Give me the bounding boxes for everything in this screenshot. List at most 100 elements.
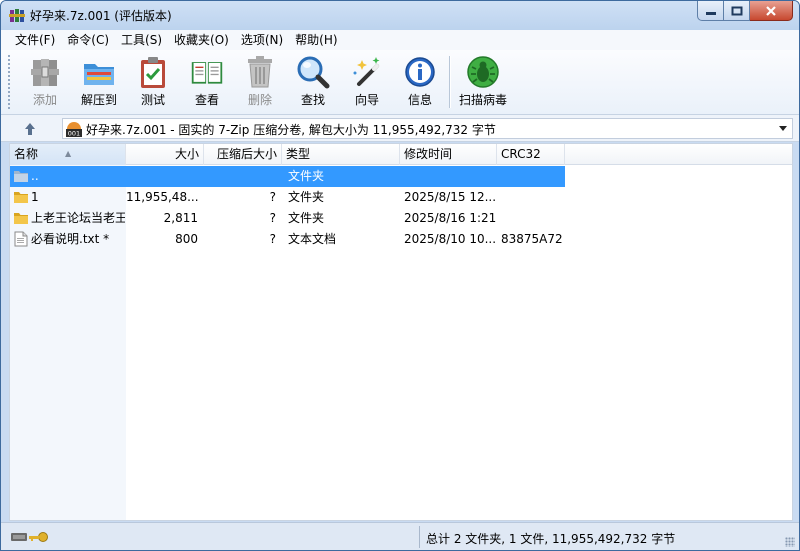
- row-size: 800: [175, 232, 198, 246]
- row-packed: ?: [269, 211, 276, 225]
- menu-file[interactable]: 文件(F): [9, 30, 61, 50]
- drive-icon[interactable]: [11, 533, 27, 541]
- row-name: 必看说明.txt *: [31, 232, 110, 246]
- extract-to-label: 解压到: [80, 93, 117, 107]
- menu-commands[interactable]: 命令(C): [61, 30, 115, 50]
- column-size-label: 大小: [174, 147, 199, 161]
- status-summary: 总计 2 文件夹, 1 文件, 11,955,492,732 字节: [426, 532, 676, 546]
- extract-to-button[interactable]: 解压到: [79, 54, 119, 111]
- text-file-icon: [13, 231, 29, 247]
- delete-trash-icon: [243, 54, 277, 90]
- maximize-icon: [731, 6, 742, 15]
- info-label: 信息: [407, 93, 432, 107]
- file-list[interactable]: 名称 ▲ 大小 压缩后大小 类型 修改时间 CRC32 .. 文件夹 1 11,…: [9, 143, 793, 521]
- row-name: 上老王论坛当老王: [31, 211, 125, 225]
- window-controls: [697, 1, 793, 21]
- find-button[interactable]: 查找: [295, 54, 331, 111]
- toolbar-grip[interactable]: [7, 54, 11, 110]
- maximize-button[interactable]: [724, 1, 750, 21]
- minimize-button[interactable]: [697, 1, 724, 21]
- resize-grip[interactable]: [785, 537, 795, 547]
- row-packed: ?: [269, 232, 276, 246]
- column-header-modified[interactable]: 修改时间: [400, 144, 497, 165]
- virus-scan-icon: [466, 54, 500, 90]
- menu-help[interactable]: 帮助(H): [289, 30, 343, 50]
- archive-001-icon: 001: [66, 121, 82, 138]
- wizard-button[interactable]: 向导: [349, 54, 385, 111]
- menu-options[interactable]: 选项(N): [235, 30, 289, 50]
- title-bar[interactable]: 好孕来.7z.001 (评估版本): [1, 1, 799, 30]
- status-bar: 总计 2 文件夹, 1 文件, 11,955,492,732 字节: [1, 522, 799, 550]
- address-bar[interactable]: 001 好孕来.7z.001 - 固实的 7-Zip 压缩分卷, 解包大小为 1…: [62, 118, 793, 139]
- app-window: 好孕来.7z.001 (评估版本) 文件(F) 命令(C) 工具(S) 收藏夹(…: [0, 0, 800, 551]
- column-name-label: 名称: [14, 147, 39, 161]
- status-separator: [419, 526, 420, 548]
- delete-button[interactable]: 删除: [242, 54, 278, 111]
- chevron-down-icon: [779, 126, 787, 131]
- menu-favorites[interactable]: 收藏夹(O): [168, 30, 235, 50]
- row-crc: 83875A72: [501, 232, 563, 246]
- add-label: 添加: [32, 93, 57, 107]
- row-packed: ?: [269, 190, 276, 204]
- column-header-size[interactable]: 大小: [126, 144, 204, 165]
- column-type-label: 类型: [286, 147, 311, 161]
- row-size: 11,955,48...: [126, 190, 198, 204]
- column-modified-label: 修改时间: [404, 147, 453, 161]
- wizard-wand-icon: [350, 54, 384, 90]
- row-type: 文件夹: [288, 190, 325, 204]
- row-size: 2,811: [163, 211, 198, 225]
- address-dropdown-button[interactable]: [775, 120, 791, 137]
- view-book-icon: [190, 54, 224, 90]
- parent-folder-icon: [13, 168, 29, 184]
- sort-ascending-icon: ▲: [65, 149, 72, 158]
- row-type: 文件夹: [288, 169, 325, 183]
- minimize-icon: [705, 11, 716, 15]
- virus-scan-button[interactable]: 扫描病毒: [457, 54, 509, 111]
- column-header-name[interactable]: 名称 ▲: [10, 144, 126, 165]
- view-label: 查看: [194, 93, 219, 107]
- add-button[interactable]: 添加: [27, 54, 63, 111]
- row-modified: 2025/8/10 10...: [404, 232, 496, 246]
- column-crc-label: CRC32: [501, 147, 541, 161]
- row-type: 文件夹: [288, 211, 325, 225]
- window-title: 好孕来.7z.001 (评估版本): [30, 9, 172, 23]
- list-row-folder-2[interactable]: 上老王论坛当老王 2,811 ? 文件夹 2025/8/16 1:21: [10, 208, 565, 229]
- winrar-books-icon[interactable]: [9, 7, 25, 23]
- row-name: 1: [31, 190, 39, 204]
- test-label: 测试: [140, 93, 165, 107]
- info-button[interactable]: 信息: [402, 54, 438, 111]
- menu-tools[interactable]: 工具(S): [115, 30, 168, 50]
- column-header-row: 名称 ▲ 大小 压缩后大小 类型 修改时间 CRC32: [10, 144, 792, 165]
- folder-icon: [13, 189, 29, 205]
- row-modified: 2025/8/15 12...: [404, 190, 496, 204]
- find-label: 查找: [300, 93, 325, 107]
- key-icon[interactable]: [29, 532, 48, 542]
- column-packed-label: 压缩后大小: [216, 147, 277, 161]
- address-row: 001 好孕来.7z.001 - 固实的 7-Zip 压缩分卷, 解包大小为 1…: [1, 115, 799, 142]
- view-button[interactable]: 查看: [187, 54, 227, 111]
- row-crc: [501, 166, 565, 187]
- extract-folder-icon: [82, 54, 116, 90]
- add-archive-icon: [28, 54, 62, 90]
- list-row-folder-1[interactable]: 1 11,955,48... ? 文件夹 2025/8/15 12...: [10, 187, 565, 208]
- virus-scan-label: 扫描病毒: [458, 93, 507, 107]
- column-header-crc[interactable]: CRC32: [497, 144, 565, 165]
- row-crc: [501, 208, 565, 229]
- list-row-file-txt[interactable]: 必看说明.txt * 800 ? 文本文档 2025/8/10 10... 83…: [10, 229, 565, 250]
- close-button[interactable]: [750, 1, 793, 21]
- status-icons: [11, 529, 51, 545]
- column-header-type[interactable]: 类型: [282, 144, 400, 165]
- column-header-packed[interactable]: 压缩后大小: [204, 144, 282, 165]
- menu-bar: 文件(F) 命令(C) 工具(S) 收藏夹(O) 选项(N) 帮助(H): [1, 30, 799, 50]
- up-one-level-button[interactable]: [19, 120, 41, 138]
- close-icon: [766, 5, 776, 16]
- folder-icon: [13, 210, 29, 226]
- info-icon: [403, 54, 437, 90]
- row-packed: [204, 166, 276, 187]
- row-modified: 2025/8/16 1:21: [404, 211, 496, 225]
- wizard-label: 向导: [354, 93, 379, 107]
- test-button[interactable]: 测试: [135, 54, 171, 111]
- row-size: [126, 166, 198, 187]
- up-arrow-icon: [25, 123, 35, 135]
- list-row-parent[interactable]: .. 文件夹: [10, 166, 565, 187]
